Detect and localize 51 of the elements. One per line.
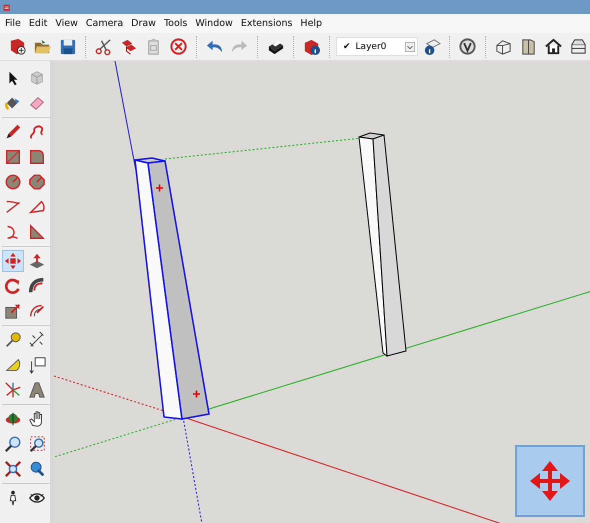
v-circle-icon	[458, 37, 477, 56]
menu-item[interactable]: Tools	[160, 18, 192, 29]
follow-me-icon	[28, 277, 46, 295]
protractor-icon	[4, 356, 22, 374]
zoom-icon	[4, 435, 22, 453]
checkmark: ✔	[343, 42, 351, 52]
four-way-arrow-icon	[530, 461, 570, 501]
text-label-icon	[28, 356, 46, 374]
tape-measure-icon	[4, 331, 22, 349]
orbit-icon	[4, 410, 22, 428]
arc-icon	[4, 198, 22, 216]
freehand-icon	[28, 123, 46, 141]
new-file-icon	[8, 37, 27, 56]
push-pull-icon	[28, 252, 46, 270]
model-info-icon	[302, 37, 321, 56]
rectangle-icon	[4, 148, 22, 166]
menu-item[interactable]: Edit	[24, 18, 52, 29]
open-folder-icon	[33, 37, 52, 56]
previous-view-icon	[28, 460, 46, 478]
pie-icon	[28, 198, 46, 216]
plus-marker	[192, 390, 201, 398]
menu-item[interactable]: Help	[296, 18, 326, 29]
menu-item[interactable]: Draw	[127, 18, 160, 29]
layer-name: Layer0	[356, 42, 388, 52]
rotate-icon	[4, 277, 22, 295]
layer-dropdown[interactable]: ✔ Layer0	[336, 37, 418, 56]
pencil-icon	[4, 123, 22, 141]
scale-icon	[4, 302, 22, 320]
circle-icon	[4, 173, 22, 191]
menu-item[interactable]: Camera	[82, 18, 128, 29]
zoom-window-icon	[28, 435, 46, 453]
move-arrows-tool[interactable]	[2, 250, 24, 272]
menu-item[interactable]: Extensions	[236, 18, 296, 29]
scissors-icon	[94, 37, 113, 56]
plus-marker	[155, 184, 164, 192]
eraser-icon	[28, 94, 46, 112]
zoom-extents-tool[interactable]	[2, 458, 24, 480]
component-cube-icon	[28, 69, 46, 87]
layers-info-icon	[422, 37, 441, 56]
polygon-icon	[28, 173, 46, 191]
delete-circle-icon	[169, 37, 188, 56]
dimension-icon	[28, 331, 46, 349]
sector-icon	[28, 223, 46, 241]
menu-item[interactable]: View	[51, 18, 82, 29]
home-icon	[544, 37, 563, 56]
move-arrows-icon	[4, 252, 22, 270]
menu-item[interactable]: Window	[191, 18, 237, 29]
zoom-extents-icon	[4, 460, 22, 478]
axes-icon	[4, 381, 22, 399]
letter-block-icon	[28, 381, 46, 399]
menu-item[interactable]: File	[1, 18, 25, 29]
